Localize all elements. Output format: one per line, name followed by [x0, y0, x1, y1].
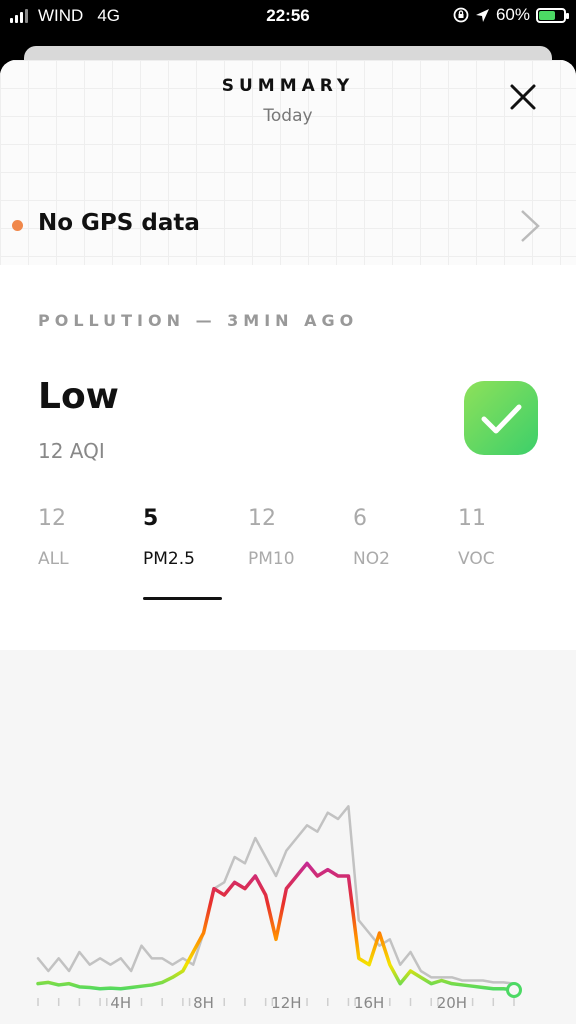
tab-label: ALL: [38, 549, 69, 569]
location-arrow-icon: [475, 8, 489, 22]
series-all-line: [36, 805, 516, 985]
tab-value: 6: [353, 506, 367, 531]
status-badge: [464, 381, 538, 455]
pollution-section-label: POLLUTION — 3MIN AGO: [38, 311, 359, 330]
tab-all[interactable]: 12 ALL: [38, 506, 128, 606]
tab-pm10[interactable]: 12 PM10: [248, 506, 338, 606]
x-tick-label: 4H: [110, 994, 131, 1012]
pollution-level: Low: [38, 376, 119, 417]
battery-percent: 60%: [495, 5, 530, 24]
x-tick-label: 12H: [271, 994, 301, 1012]
status-bar: WIND 4G 22:56 60%: [0, 0, 576, 34]
rotation-lock-icon: [453, 7, 469, 23]
series-pm25-line: [36, 861, 516, 992]
tab-label: NO2: [353, 549, 390, 569]
close-icon[interactable]: [506, 80, 540, 114]
gps-status-dot: [12, 220, 23, 231]
tab-pm25[interactable]: 5 PM2.5: [143, 506, 233, 606]
tab-value: 12: [248, 506, 276, 531]
page-subtitle: Today: [263, 106, 313, 126]
x-tick-label: 20H: [437, 994, 467, 1012]
current-value-marker: [506, 982, 522, 998]
tab-label: PM2.5: [143, 549, 195, 569]
gps-status-text: No GPS data: [38, 210, 200, 236]
tab-voc[interactable]: 11 VOC: [458, 506, 548, 606]
active-tab-indicator: [143, 597, 222, 600]
checkmark-icon: [481, 404, 522, 434]
x-tick-label: 16H: [354, 994, 384, 1012]
pollution-chart[interactable]: 4H 8H 12H 16H 20H: [0, 650, 576, 1024]
chevron-right-icon: [521, 210, 540, 242]
aqi-value: 12 AQI: [38, 439, 105, 463]
tab-label: PM10: [248, 549, 295, 569]
tab-value: 12: [38, 506, 66, 531]
tab-label: VOC: [458, 549, 495, 569]
battery-icon: [536, 7, 569, 23]
header-grid-background: SUMMARY Today No GPS data: [0, 60, 576, 265]
tab-value: 5: [143, 506, 159, 531]
tab-no2[interactable]: 6 NO2: [353, 506, 443, 606]
tab-value: 11: [458, 506, 486, 531]
gps-row[interactable]: No GPS data: [0, 190, 576, 260]
summary-sheet: SUMMARY Today No GPS data POLLUTION — 3M…: [0, 60, 576, 1024]
chart-svg: 4H 8H 12H 16H 20H: [36, 805, 522, 1012]
status-right: 60%: [453, 5, 569, 25]
x-tick-label: 8H: [193, 994, 214, 1012]
page-title: SUMMARY: [221, 76, 355, 96]
